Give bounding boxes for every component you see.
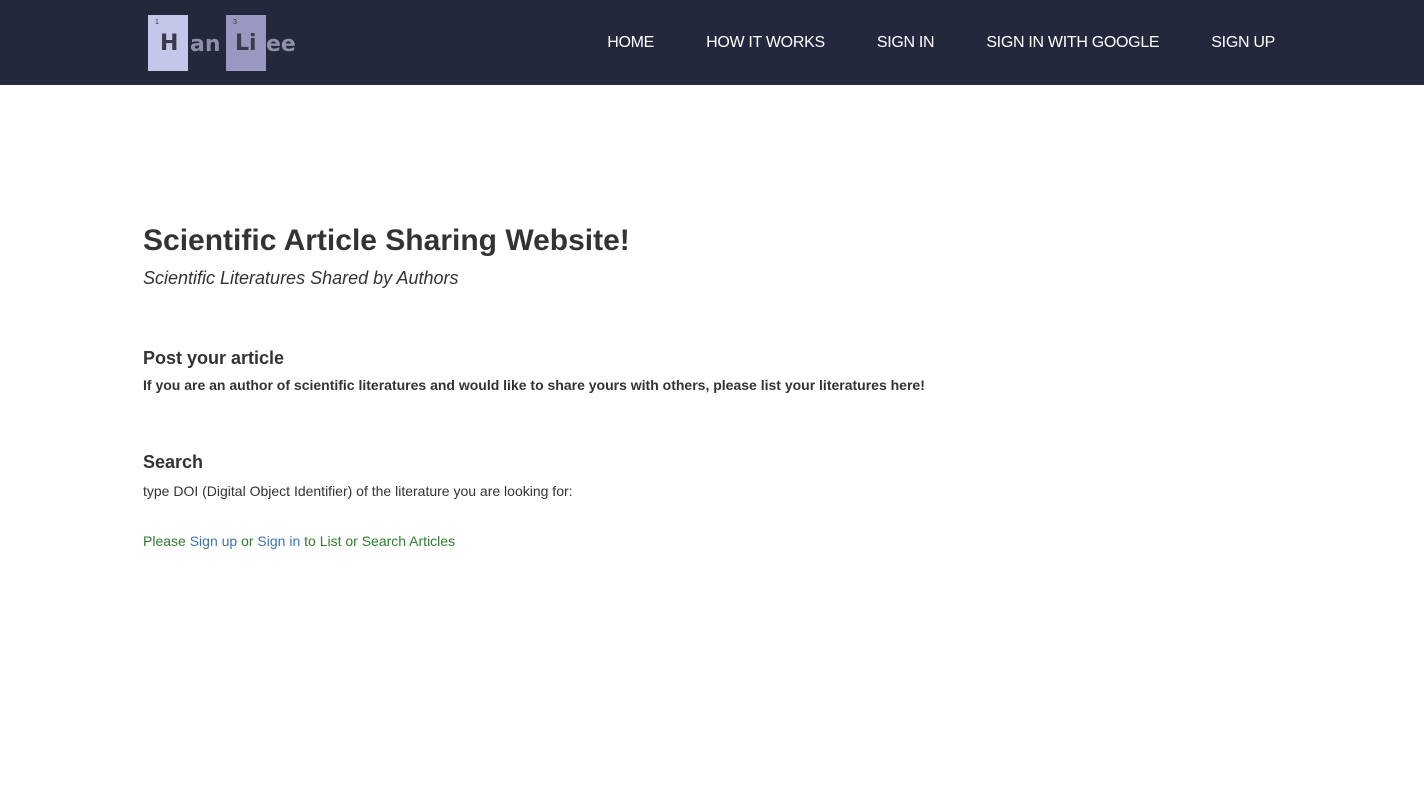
logo-tile-li: 3 Li — [226, 15, 266, 71]
nav-home[interactable]: HOME — [607, 34, 654, 52]
sign-in-link[interactable]: Sign in — [257, 533, 300, 549]
search-section-description: type DOI (Digital Object Identifier) of … — [143, 483, 573, 499]
nav-sign-in[interactable]: SIGN IN — [877, 34, 935, 52]
search-section-title: Search — [143, 452, 204, 472]
logo-text-part2: ee — [266, 32, 296, 57]
logo-tile-h-letter: H — [160, 31, 179, 56]
post-section-title: Post your article — [143, 348, 285, 368]
page-title: Scientific Article Sharing Website! — [143, 224, 630, 257]
logo-tile-h: 1 H — [148, 15, 188, 71]
site-logo[interactable]: 1 H an 3 Li ee — [148, 15, 298, 71]
sign-up-link[interactable]: Sign up — [190, 533, 237, 549]
logo-tile-h-number: 1 — [155, 19, 159, 26]
nav-menu: HOME HOW IT WORKS SIGN IN SIGN IN WITH G… — [607, 0, 1275, 85]
nav-sign-in-google[interactable]: SIGN IN WITH GOOGLE — [986, 34, 1159, 52]
nav-how-it-works[interactable]: HOW IT WORKS — [706, 34, 825, 52]
auth-prompt: Please Sign up or Sign in to List or Sea… — [143, 533, 455, 549]
nav-sign-up[interactable]: SIGN UP — [1211, 34, 1275, 52]
page-subtitle: Scientific Literatures Shared by Authors — [143, 268, 459, 288]
logo-tile-li-number: 3 — [233, 19, 237, 26]
auth-prompt-prefix: Please — [143, 533, 190, 549]
auth-prompt-suffix: to List or Search Articles — [300, 533, 456, 549]
post-section-description: If you are an author of scientific liter… — [143, 377, 925, 393]
top-navbar: 1 H an 3 Li ee HOME HOW IT WORKS SIGN IN… — [0, 0, 1424, 85]
logo-text-part1: an — [190, 32, 221, 57]
auth-prompt-middle: or — [237, 533, 258, 549]
logo-tile-li-letter: Li — [235, 31, 257, 56]
